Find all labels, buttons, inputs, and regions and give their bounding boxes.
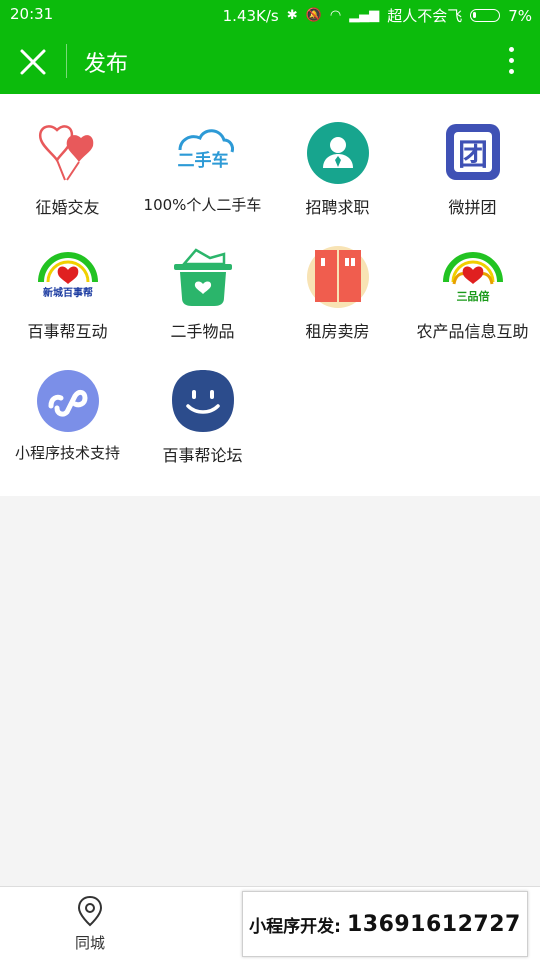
status-right: 1.43K/s ✱ 🔕 ◠ ▂▄▆ 超人不会飞 7% [223, 5, 532, 26]
baishibang-icon-text: 新城百事帮 [43, 286, 93, 299]
heart-balloons-icon [38, 125, 94, 181]
more-menu-button[interactable] [504, 44, 518, 78]
secondhand-basket-icon [174, 248, 232, 306]
grid-item-baishibang[interactable]: 新城百事帮 百事帮互动 [0, 218, 135, 342]
building-icon [307, 246, 369, 308]
promo-phone: 13691612727 [346, 911, 521, 937]
network-speed: 1.43K/s [222, 6, 279, 25]
header-divider [66, 44, 67, 78]
top-bar: 20:31 1.43K/s ✱ 🔕 ◠ ▂▄▆ 超人不会飞 7% 发布 [0, 0, 540, 94]
grid-item-used-car[interactable]: 二手车 100%个人二手车 [135, 94, 270, 218]
grid-item-label: 百事帮互动 [27, 322, 108, 341]
more-dot-icon [508, 58, 514, 63]
bluetooth-icon: ✱ [286, 8, 298, 23]
promo-text: 小程序开发: [249, 916, 341, 937]
grid-item-mini-program[interactable]: 小程序技术支持 [0, 342, 135, 466]
battery-level: 7% [508, 6, 532, 25]
signal-icon: ▂▄▆ [349, 8, 380, 23]
promo-banner[interactable]: 小程序开发: 13691612727 [242, 891, 528, 957]
category-grid: 征婚交友 二手车 100%个人二手车 招聘求职 团 微拼团 新城百事帮 百事帮互… [0, 94, 540, 496]
grid-item-label: 100%个人二手车 [143, 196, 262, 214]
group-buy-icon-text: 团 [458, 138, 488, 173]
grid-item-rent[interactable]: 租房卖房 [270, 218, 405, 342]
grid-item-agri[interactable]: 三品倍 农产品信息互助 [405, 218, 540, 342]
used-car-icon: 二手车 [178, 129, 234, 171]
header: 发布 [0, 30, 540, 94]
mini-program-icon [37, 370, 99, 432]
grid-item-label: 微拼团 [448, 198, 497, 217]
agri-icon-text: 三品倍 [457, 289, 490, 303]
grid-item-label: 二手物品 [170, 322, 235, 341]
grid-item-label: 租房卖房 [305, 322, 370, 341]
carrier-name: 超人不会飞 [387, 7, 463, 25]
bottom-bar: 同城 小程序开发: 13691612727 [0, 886, 540, 960]
grid-item-dating[interactable]: 征婚交友 [0, 94, 135, 218]
battery-icon [470, 9, 501, 22]
page-title: 发布 [84, 52, 129, 77]
mute-icon: 🔕 [305, 8, 322, 23]
grid-item-forum[interactable]: 百事帮论坛 [135, 342, 270, 466]
used-car-icon-text: 二手车 [178, 150, 229, 171]
tab-city-label: 同城 [74, 934, 105, 952]
grid-item-label: 百事帮论坛 [162, 446, 243, 465]
group-buy-icon: 团 [446, 124, 500, 180]
grid-item-recruit[interactable]: 招聘求职 [270, 94, 405, 218]
location-pin-icon [77, 895, 103, 927]
status-bar: 20:31 1.43K/s ✱ 🔕 ◠ ▂▄▆ 超人不会飞 7% [0, 0, 540, 30]
grid-item-label: 农产品信息互助 [416, 322, 529, 341]
more-dot-icon [508, 47, 514, 52]
grid-item-label: 招聘求职 [305, 198, 370, 217]
close-icon [20, 49, 46, 75]
grid-item-label: 征婚交友 [35, 198, 100, 217]
grid-item-label: 小程序技术支持 [14, 444, 120, 462]
baishibang-logo-icon: 新城百事帮 [38, 252, 98, 299]
recruit-person-icon [307, 122, 369, 184]
more-dot-icon [508, 69, 514, 74]
smile-forum-icon [172, 370, 234, 432]
tab-city[interactable]: 同城 [58, 895, 122, 955]
status-time: 20:31 [10, 5, 54, 23]
grid-item-group-buy[interactable]: 团 微拼团 [405, 94, 540, 218]
wifi-icon: ◠ [329, 8, 342, 23]
grid-item-secondhand[interactable]: 二手物品 [135, 218, 270, 342]
agri-logo-icon: 三品倍 [443, 252, 503, 303]
close-button[interactable] [16, 46, 50, 78]
